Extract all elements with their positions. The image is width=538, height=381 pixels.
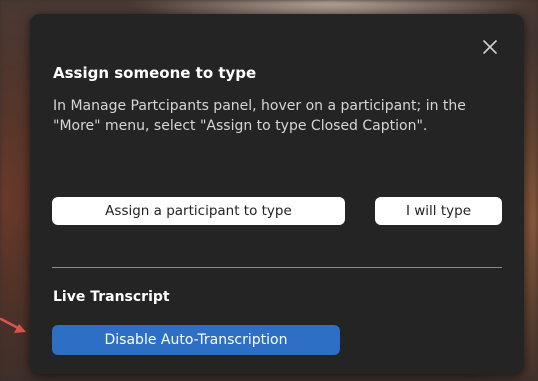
- popup-title: Assign someone to type: [53, 64, 257, 82]
- section-divider: [52, 267, 502, 268]
- pointer-arrow-icon: [0, 316, 28, 338]
- live-transcript-heading: Live Transcript: [53, 289, 170, 305]
- popup-description: In Manage Partcipants panel, hover on a …: [53, 98, 466, 134]
- assign-participant-button[interactable]: Assign a participant to type: [52, 197, 345, 225]
- disable-auto-transcription-button[interactable]: Disable Auto-Transcription: [52, 325, 340, 355]
- close-icon[interactable]: [479, 36, 501, 58]
- i-will-type-button[interactable]: I will type: [375, 197, 502, 225]
- closed-caption-popup: Assign someone to type In Manage Partcip…: [30, 14, 524, 374]
